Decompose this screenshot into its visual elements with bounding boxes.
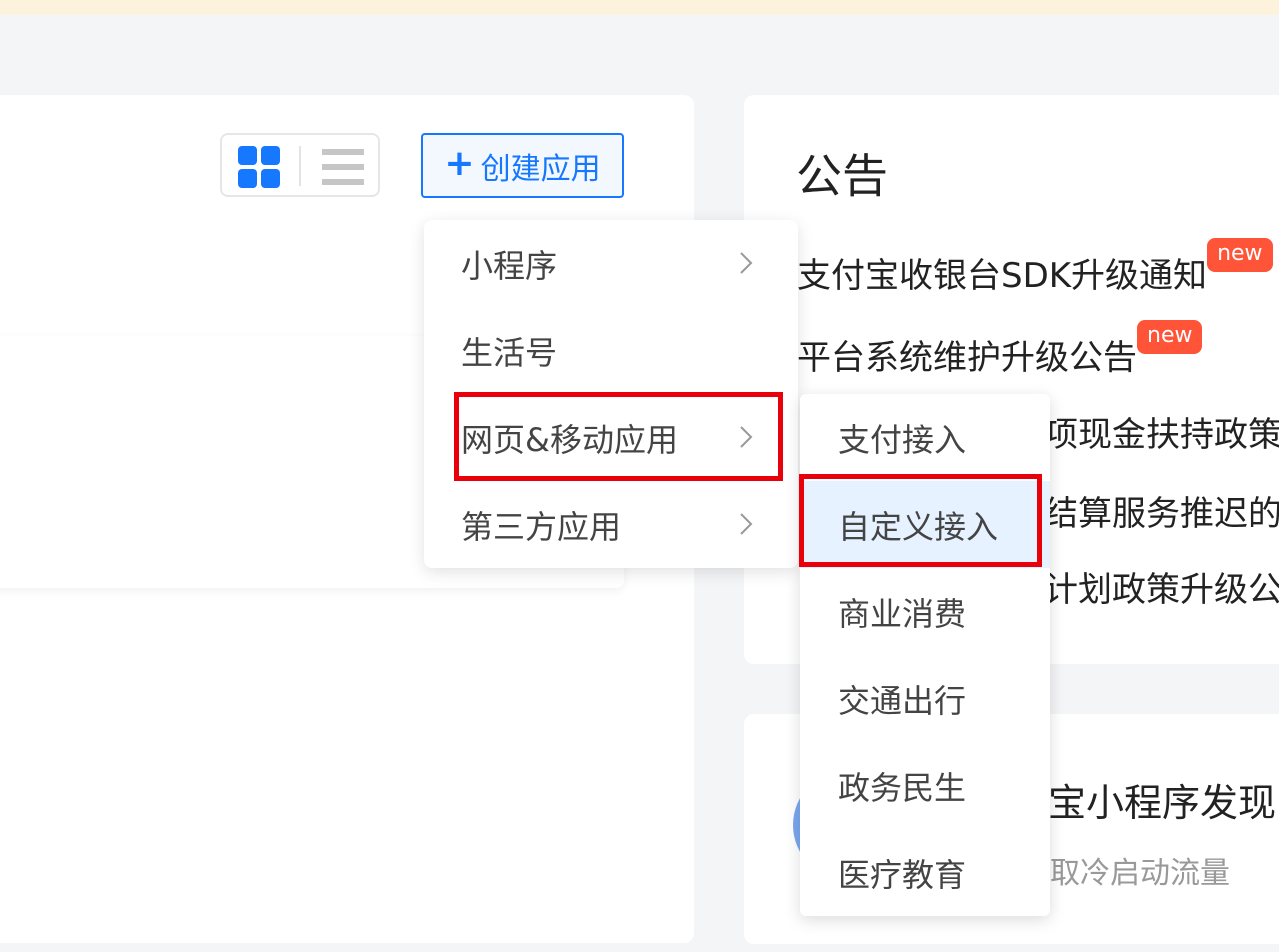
grid-view-icon[interactable] xyxy=(238,146,280,188)
notice-item[interactable]: 支付宝收银台SDK升级通知new xyxy=(797,238,1273,297)
menu-item-third-party-app[interactable]: 第三方应用 xyxy=(424,481,798,568)
submenu-item-label: 医疗教育 xyxy=(838,855,967,894)
list-view-icon[interactable] xyxy=(322,149,364,185)
submenu-item-label: 交通出行 xyxy=(838,681,967,720)
notice-item-text[interactable]: 结算服务推迟的 xyxy=(1044,494,1279,534)
notice-item-text[interactable]: 计划政策升级公 xyxy=(1044,570,1279,610)
promo-subtitle: 取冷启动流量 xyxy=(1050,856,1230,891)
notice-item-text[interactable]: 支付宝收银台SDK升级通知 xyxy=(797,256,1207,296)
menu-item-label: 第三方应用 xyxy=(461,507,622,546)
submenu-item-medical-education[interactable]: 医疗教育 xyxy=(800,829,1050,916)
create-app-button[interactable]: + 创建应用 xyxy=(421,133,624,198)
toggle-divider xyxy=(299,146,301,186)
notice-item[interactable]: 结算服务推迟的 xyxy=(1044,486,1279,535)
notice-item[interactable]: 项现金扶持政策 xyxy=(1044,407,1279,456)
highlight-box xyxy=(799,474,1042,567)
submenu-item-payment-access[interactable]: 支付接入 xyxy=(800,394,1050,481)
submenu-item-label: 支付接入 xyxy=(838,420,967,459)
view-toggle xyxy=(220,133,380,197)
menu-item-label: 小程序 xyxy=(461,246,558,285)
menu-item-life-account[interactable]: 生活号 xyxy=(424,307,798,394)
web-mobile-submenu: 支付接入 自定义接入 商业消费 交通出行 政务民生 医疗教育 xyxy=(800,394,1050,916)
notice-item-text[interactable]: 项现金扶持政策 xyxy=(1044,415,1279,455)
submenu-item-commerce[interactable]: 商业消费 xyxy=(800,568,1050,655)
submenu-item-government[interactable]: 政务民生 xyxy=(800,742,1050,829)
new-badge: new xyxy=(1137,320,1203,354)
submenu-item-transport[interactable]: 交通出行 xyxy=(800,655,1050,742)
promo-title[interactable]: 宝小程序发现 xyxy=(1048,772,1276,827)
create-app-label: 创建应用 xyxy=(480,151,601,187)
highlight-box xyxy=(454,392,783,481)
new-badge: new xyxy=(1207,238,1273,272)
notice-item-text[interactable]: 平台系统维护升级公告 xyxy=(797,338,1137,378)
notice-item[interactable]: 计划政策升级公 xyxy=(1044,562,1279,611)
chevron-right-icon xyxy=(740,252,753,274)
menu-item-mini-program[interactable]: 小程序 xyxy=(424,220,798,307)
submenu-item-label: 政务民生 xyxy=(838,768,967,807)
notice-item[interactable]: 平台系统维护升级公告new xyxy=(797,320,1203,379)
submenu-item-label: 商业消费 xyxy=(838,594,967,633)
top-banner xyxy=(0,0,1279,15)
menu-item-label: 生活号 xyxy=(461,333,558,372)
plus-icon: + xyxy=(444,142,475,184)
notice-title: 公告 xyxy=(796,149,888,203)
chevron-right-icon xyxy=(740,513,753,535)
